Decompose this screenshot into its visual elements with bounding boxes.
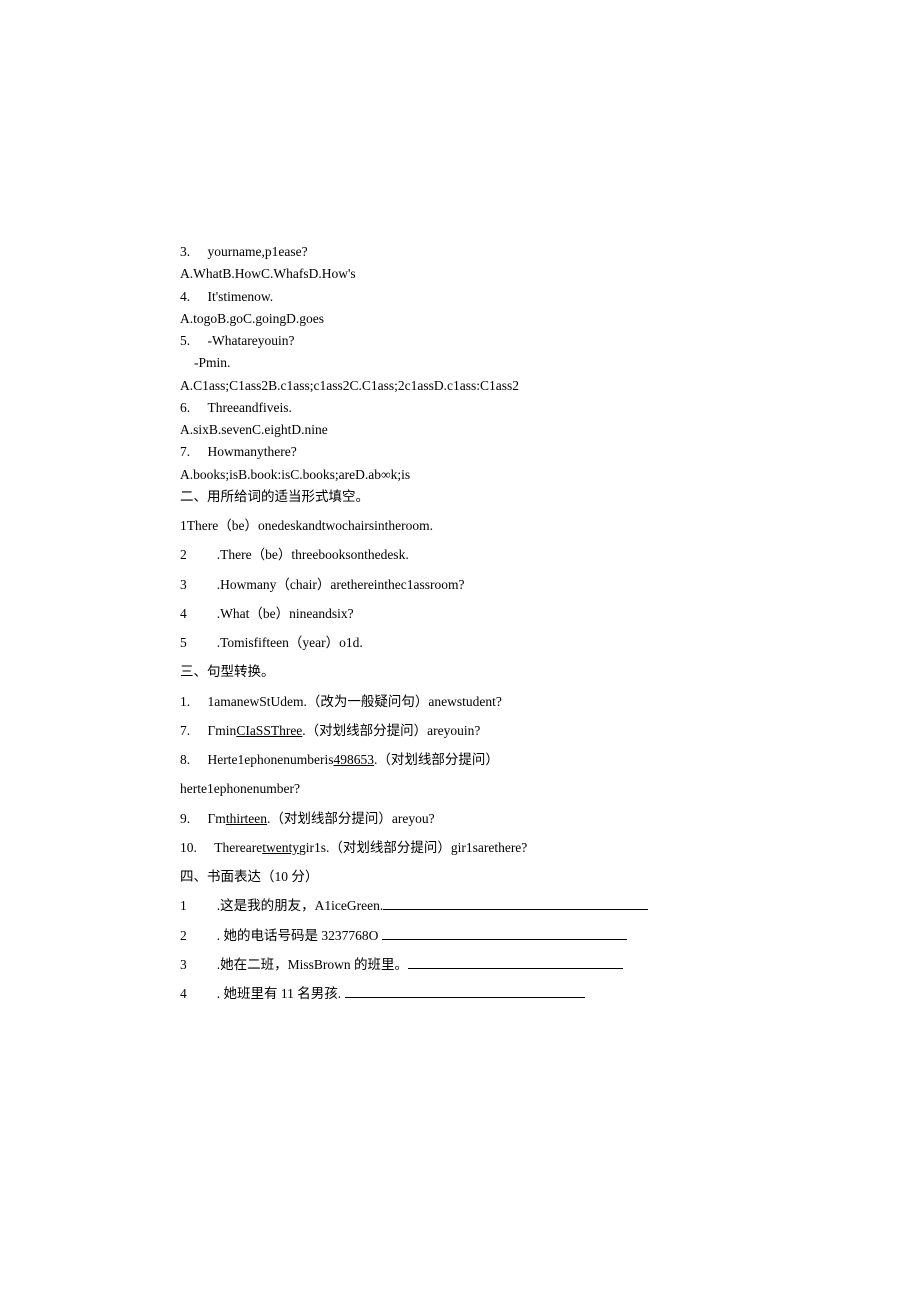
sec4-item3-text: .她在二班，MissBrown 的班里。 [217,957,408,972]
sec3-item8-underline: 498653 [333,752,374,767]
sec4-item1: 1 .这是我的朋友，A1iceGreen. [180,896,740,916]
sec2-item4-num: 4 [180,604,192,624]
sec3-item9-post: .（对划线部分提问）areyou? [267,811,435,826]
sec3-item1-text: 1amanewStUdem.（改为一般疑问句）anewstudent? [194,694,502,709]
sec3-item10-post: gir1s.（对划线部分提问）gir1sarethere? [299,840,527,855]
sec2-item1: 1There（be）onedeskandtwochairsintheroom. [180,516,740,536]
sec3-item1-num: 1. [180,694,190,709]
q5-stem2: -Pmin. [180,353,740,373]
q7-options: A.books;isB.book:isC.books;areD.ab∞k;is [180,465,740,485]
sec4-item4-text: . 她班里有 11 名男孩. [217,986,345,1001]
sec3-item8b: herte1ephonenumber? [180,779,740,799]
q4-options: A.togoB.goC.goingD.goes [180,309,740,329]
sec2-item3-text: .Howmany（chair）arethereinthec1assroom? [217,577,465,592]
q7-text: Howmanythere? [194,444,297,459]
sec4-item2-num: 2 [180,926,192,946]
sec4-item1-num: 1 [180,896,192,916]
sec2-item2-num: 2 [180,545,192,565]
q6-num: 6. [180,400,190,415]
sec3-item10-num: 10. [180,840,197,855]
section-4-title: 四、书面表达（10 分） [180,867,740,887]
blank-line [408,957,623,969]
q7-stem: 7. Howmanythere? [180,442,740,462]
sec3-item7-num: 7. [180,723,190,738]
q3-text: yourname,p1ease? [194,244,308,259]
sec3-item7-post: .（对划线部分提问）areyouin? [302,723,480,738]
sec2-item4: 4 .What（be）nineandsix? [180,604,740,624]
q3-stem: 3. yourname,p1ease? [180,242,740,262]
sec2-item5-text: .Tomisfifteen（year）o1d. [217,635,363,650]
sec3-item8-post: .（对划线部分提问） [374,752,499,767]
q6-options: A.sixB.sevenC.eightD.nine [180,420,740,440]
sec4-item3: 3 .她在二班，MissBrown 的班里。 [180,955,740,975]
sec3-item10-underline: twenty [262,840,299,855]
sec3-item7-pre: Γmin [208,723,237,738]
sec3-item9-num: 9. [180,811,190,826]
sec3-item8: 8. Herte1ephonenumberis498653.（对划线部分提问） [180,750,740,770]
sec3-item7-underline: CIaSSThree [236,723,302,738]
sec4-item3-num: 3 [180,955,192,975]
sec2-item3: 3 .Howmany（chair）arethereinthec1assroom? [180,575,740,595]
blank-line [345,986,585,998]
document-content: 3. yourname,p1ease? A.WhatB.HowC.WhafsD.… [180,242,740,1013]
q6-text: Threeandfiveis. [194,400,292,415]
sec4-item2: 2 . 她的电话号码是 3237768O [180,926,740,946]
sec4-item4-num: 4 [180,984,192,1004]
sec3-item1: 1. 1amanewStUdem.（改为一般疑问句）anewstudent? [180,692,740,712]
sec4-item4: 4 . 她班里有 11 名男孩. [180,984,740,1004]
sec4-item1-text: .这是我的朋友，A1iceGreen. [217,898,383,913]
sec2-item2: 2 .There（be）threebooksonthedesk. [180,545,740,565]
sec2-item4-text: .What（be）nineandsix? [217,606,354,621]
sec3-item8-num: 8. [180,752,190,767]
q4-stem: 4. It'stimenow. [180,287,740,307]
q3-options: A.WhatB.HowC.WhafsD.How's [180,264,740,284]
q5-num: 5. [180,333,190,348]
blank-line [383,898,648,910]
sec3-item9: 9. Γmthirteen.（对划线部分提问）areyou? [180,809,740,829]
sec3-item9-underline: thirteen [226,811,267,826]
q5-stem: 5. -Whatareyouin? [180,331,740,351]
q5-options: A.C1ass;C1ass2B.c1ass;c1ass2C.C1ass;2c1a… [180,376,740,396]
q5-text: -Whatareyouin? [194,333,295,348]
q4-text: It'stimenow. [194,289,274,304]
q7-num: 7. [180,444,190,459]
sec2-item3-num: 3 [180,575,192,595]
section-2-title: 二、用所给词的适当形式填空。 [180,487,740,507]
sec3-item7: 7. ΓminCIaSSThree.（对划线部分提问）areyouin? [180,721,740,741]
blank-line [382,927,627,939]
q3-num: 3. [180,244,190,259]
q4-num: 4. [180,289,190,304]
sec3-item10: 10. Therearetwentygir1s.（对划线部分提问）gir1sar… [180,838,740,858]
q6-stem: 6. Threeandfiveis. [180,398,740,418]
sec2-item2-text: .There（be）threebooksonthedesk. [217,547,409,562]
section-3-title: 三、句型转换。 [180,662,740,682]
sec4-item2-text: . 她的电话号码是 3237768O [217,928,382,943]
sec2-item5-num: 5 [180,633,192,653]
sec3-item10-pre: Thereare [214,840,262,855]
sec3-item8-pre: Herte1ephonenumberis [208,752,334,767]
sec3-item9-pre: Γm [208,811,226,826]
sec2-item5: 5 .Tomisfifteen（year）o1d. [180,633,740,653]
